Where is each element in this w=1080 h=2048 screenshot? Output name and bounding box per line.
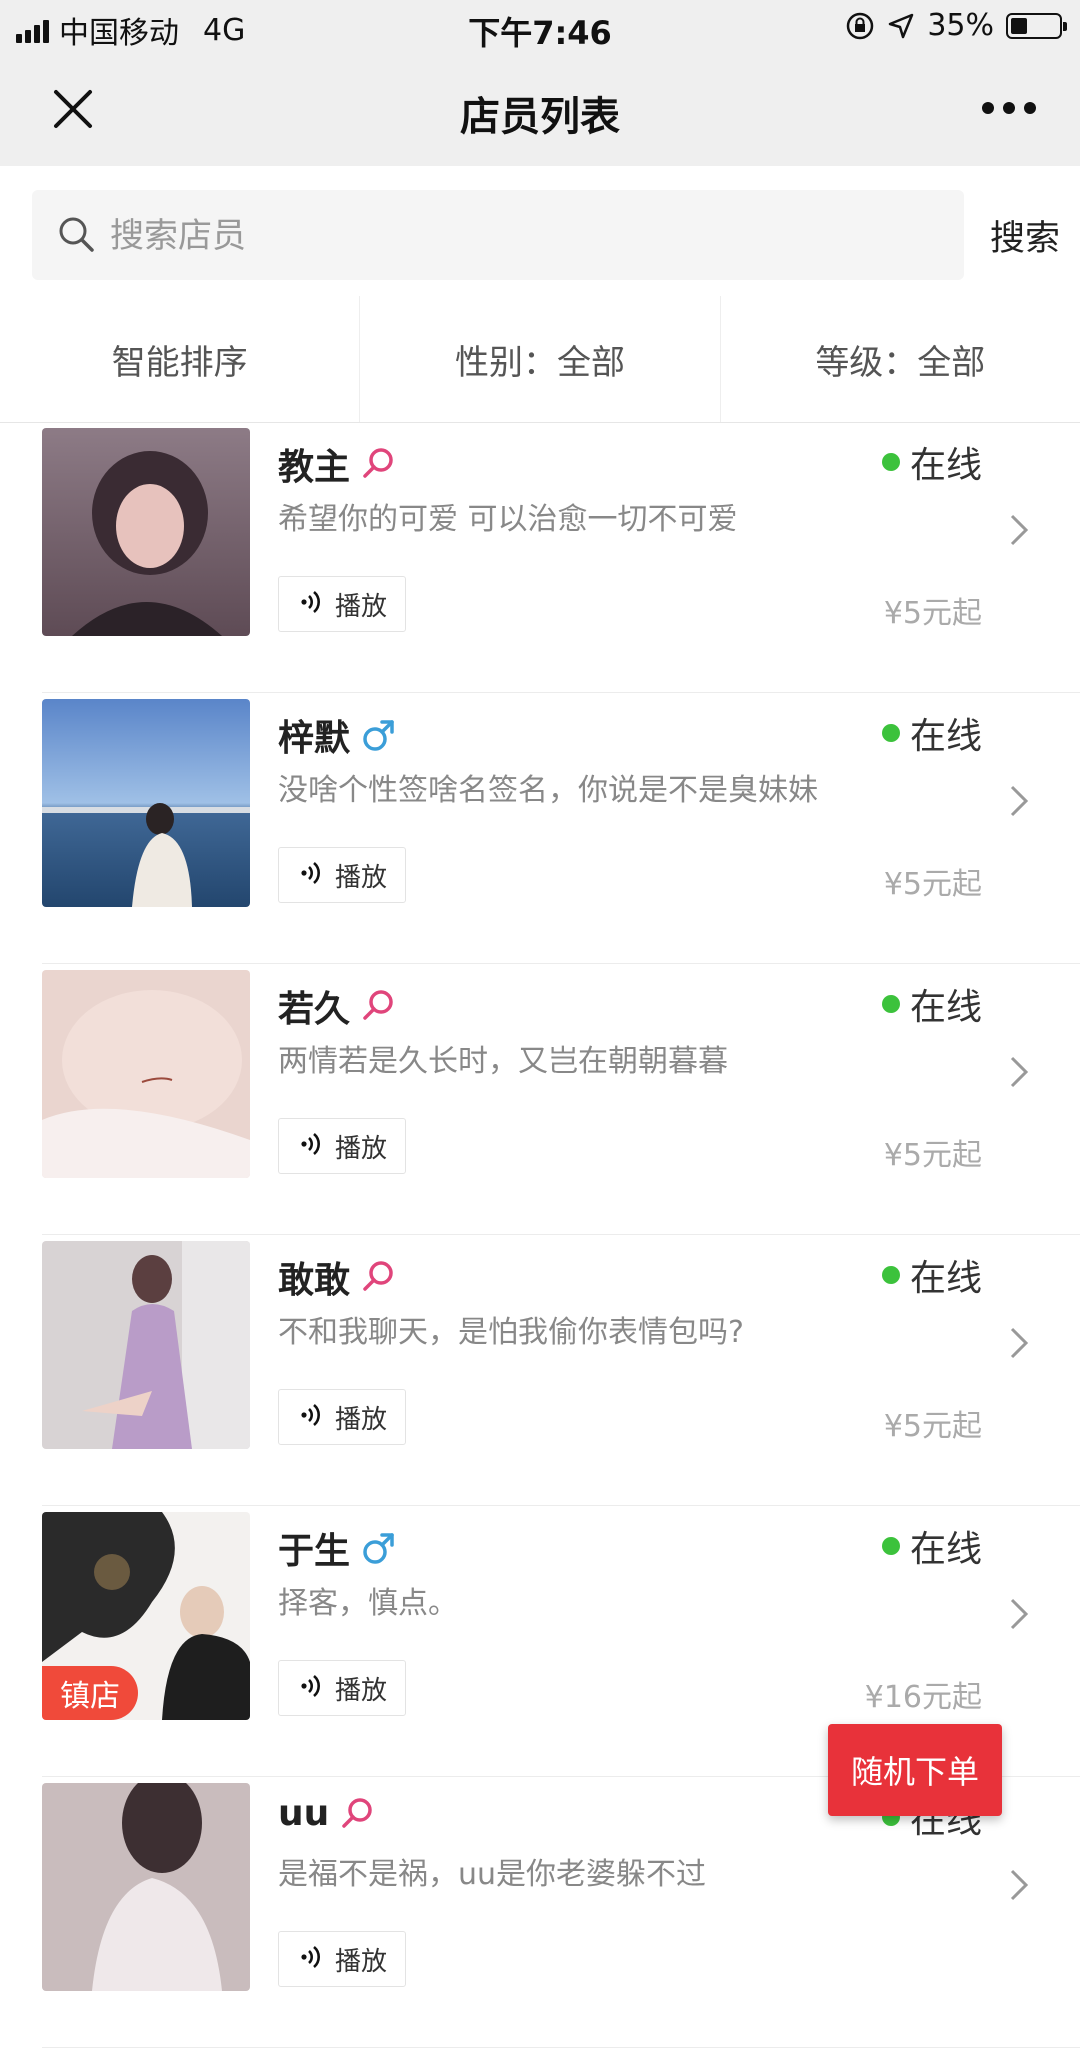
- staff-price: ¥16元起: [864, 1680, 982, 1715]
- play-label: 播放: [334, 1946, 387, 1977]
- play-voice-button[interactable]: 播放: [278, 847, 406, 903]
- chevron-right-icon: [1010, 785, 1029, 817]
- status-label: 在线: [909, 716, 982, 757]
- staff-name: 若久: [278, 989, 351, 1030]
- play-voice-button[interactable]: 播放: [278, 1931, 406, 1987]
- gender-icon: [360, 987, 398, 1025]
- voice-wave-icon: [297, 1129, 327, 1163]
- gender-icon: [360, 1529, 398, 1567]
- online-status: 在线: [881, 436, 982, 488]
- more-icon[interactable]: [974, 88, 1044, 128]
- location-icon: [889, 13, 914, 38]
- status-label: 在线: [909, 445, 982, 486]
- play-label: 播放: [334, 862, 387, 893]
- staff-signature: 不和我聊天，是怕我偷你表情包吗?: [278, 1315, 744, 1350]
- staff-row[interactable]: uu 是福不是祸，uu是你老婆躲不过 播放 在线: [0, 1777, 1080, 2048]
- staff-row[interactable]: 敢敢 不和我聊天，是怕我偷你表情包吗? 播放 在线 ¥5元起: [0, 1235, 1080, 1506]
- play-voice-button[interactable]: 播放: [278, 576, 406, 632]
- gender-icon: [360, 445, 398, 483]
- staff-signature: 是福不是祸，uu是你老婆躲不过: [278, 1857, 707, 1892]
- staff-name: uu: [278, 1793, 330, 1834]
- search-icon: [59, 217, 94, 252]
- status-label: 在线: [909, 987, 982, 1028]
- chevron-right-icon: [1010, 1869, 1029, 1901]
- gender-icon: [360, 716, 398, 754]
- search-box[interactable]: [32, 190, 964, 282]
- staff-name: 敢敢: [278, 1260, 351, 1301]
- play-label: 播放: [334, 1133, 387, 1164]
- status-bar: 中国移动 4G 下午7:46 35%: [0, 0, 1080, 54]
- staff-signature: 没啥个性签啥名签名，你说是不是臭妹妹: [278, 773, 818, 808]
- staff-row[interactable]: 梓默 没啥个性签啥名签名，你说是不是臭妹妹 播放 在线 ¥5元起: [0, 693, 1080, 964]
- staff-row[interactable]: 教主 希望你的可爱 可以治愈一切不可爱 播放 在线 ¥5元起: [0, 422, 1080, 693]
- online-dot-icon: [881, 1266, 900, 1284]
- battery-icon: [1006, 12, 1067, 39]
- chevron-right-icon: [1010, 1327, 1029, 1359]
- nav-bar: 店员列表: [0, 54, 1080, 166]
- battery-percent: 35%: [927, 8, 994, 43]
- search-input[interactable]: [108, 190, 932, 282]
- filter-bar: 智能排序 性别：全部 等级：全部: [0, 296, 1080, 423]
- chevron-right-icon: [1010, 1598, 1029, 1630]
- featured-badge: 镇店: [42, 1666, 138, 1720]
- search-row: 搜索: [0, 166, 1080, 296]
- voice-wave-icon: [297, 1942, 327, 1976]
- online-dot-icon: [881, 1537, 900, 1555]
- voice-wave-icon: [297, 587, 327, 621]
- online-status: 在线: [881, 1520, 982, 1572]
- staff-name: 于生: [278, 1531, 351, 1572]
- avatar: [42, 1783, 250, 1991]
- avatar: [42, 1241, 250, 1449]
- status-label: 在线: [909, 1529, 982, 1570]
- gender-icon: [339, 1795, 377, 1833]
- search-button[interactable]: 搜索: [990, 210, 1060, 261]
- random-order-button[interactable]: 随机下单: [828, 1724, 1002, 1816]
- staff-signature: 希望你的可爱 可以治愈一切不可爱: [278, 502, 738, 537]
- chevron-right-icon: [1010, 1056, 1029, 1088]
- play-voice-button[interactable]: 播放: [278, 1389, 406, 1445]
- play-label: 播放: [334, 1404, 387, 1435]
- status-label: 在线: [909, 1258, 982, 1299]
- play-label: 播放: [334, 1675, 387, 1706]
- staff-price: ¥5元起: [883, 1409, 982, 1444]
- filter-sort[interactable]: 智能排序: [0, 296, 361, 422]
- staff-signature: 两情若是久长时，又岂在朝朝暮暮: [278, 1044, 728, 1079]
- avatar: [42, 699, 250, 907]
- gender-icon: [360, 1258, 398, 1296]
- staff-name: 教主: [278, 447, 351, 488]
- staff-price: ¥5元起: [883, 867, 982, 902]
- staff-row[interactable]: 若久 两情若是久长时，又岂在朝朝暮暮 播放 在线 ¥5元起: [0, 964, 1080, 1235]
- voice-wave-icon: [297, 858, 327, 892]
- orientation-lock-icon: [847, 12, 874, 39]
- play-label: 播放: [334, 591, 387, 622]
- play-voice-button[interactable]: 播放: [278, 1660, 406, 1716]
- online-dot-icon: [881, 724, 900, 742]
- online-dot-icon: [881, 453, 900, 471]
- status-right: 35%: [845, 8, 1067, 43]
- staff-price: ¥5元起: [883, 1138, 982, 1173]
- voice-wave-icon: [297, 1671, 327, 1705]
- play-voice-button[interactable]: 播放: [278, 1118, 406, 1174]
- online-status: 在线: [881, 707, 982, 759]
- online-status: 在线: [881, 978, 982, 1030]
- staff-name: 梓默: [278, 718, 351, 759]
- staff-signature: 择客，慎点。: [278, 1586, 458, 1621]
- filter-gender[interactable]: 性别：全部: [360, 296, 721, 422]
- staff-price: ¥5元起: [883, 596, 982, 631]
- online-status: 在线: [881, 1249, 982, 1301]
- voice-wave-icon: [297, 1400, 327, 1434]
- page-title: 店员列表: [460, 94, 620, 140]
- filter-level[interactable]: 等级：全部: [721, 296, 1080, 422]
- online-dot-icon: [881, 995, 900, 1013]
- avatar: [42, 428, 250, 636]
- chevron-right-icon: [1010, 514, 1029, 546]
- avatar: [42, 970, 250, 1178]
- avatar: 镇店: [42, 1512, 250, 1720]
